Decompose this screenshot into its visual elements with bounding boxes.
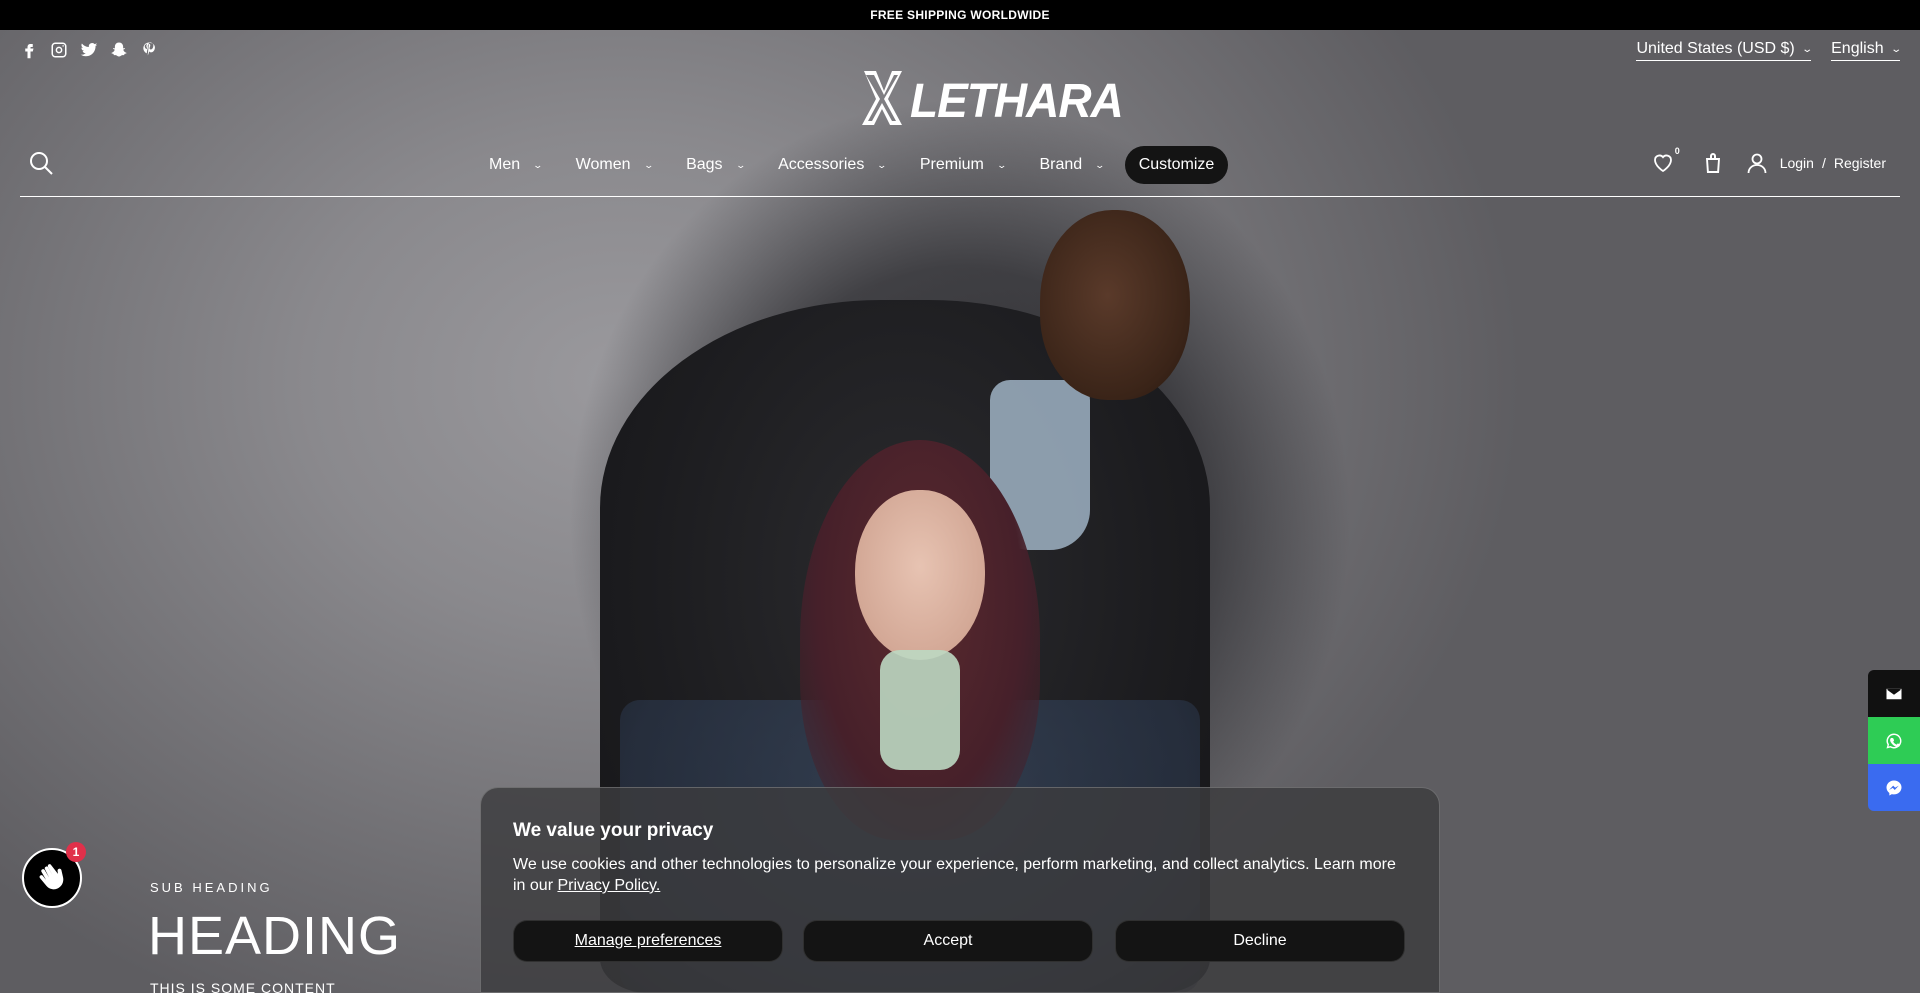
- hero-model-woman-face: [855, 490, 985, 660]
- customize-button[interactable]: Customize: [1124, 146, 1229, 184]
- nav-item-men[interactable]: Men ⌄: [472, 146, 559, 184]
- shopping-bag-icon: [1705, 153, 1720, 173]
- cookie-description: We use cookies and other technologies to…: [513, 854, 1407, 896]
- email-button[interactable]: [1868, 670, 1920, 717]
- nav-item-label: Premium: [919, 156, 984, 173]
- chevron-down-icon: ⌄: [996, 159, 1007, 170]
- user-icon[interactable]: [1744, 150, 1770, 176]
- language-label: English: [1831, 40, 1884, 57]
- privacy-policy-link[interactable]: Privacy Policy.: [557, 877, 660, 894]
- logo-mark-icon: [860, 69, 906, 132]
- nav-item-label: Brand: [1039, 156, 1083, 173]
- chevron-down-icon: ⌄: [1094, 159, 1106, 170]
- accept-button[interactable]: Accept: [803, 920, 1093, 962]
- nav-item-label: Accessories: [778, 156, 865, 173]
- currency-select[interactable]: United States (USD $) ⌄: [1636, 40, 1813, 61]
- chat-badge: 1: [66, 842, 86, 862]
- decline-button[interactable]: Decline: [1115, 920, 1405, 962]
- snapchat-icon[interactable]: [110, 41, 128, 59]
- cookie-actions: Manage preferences Accept Decline: [513, 920, 1405, 962]
- whatsapp-icon: [1886, 733, 1902, 748]
- instagram-icon[interactable]: [50, 41, 68, 59]
- heart-icon: [1653, 154, 1672, 173]
- chevron-down-icon: ⌄: [1801, 43, 1813, 55]
- brand-name: LETHARA: [910, 72, 1124, 128]
- search-icon[interactable]: [28, 150, 54, 176]
- cookie-title: We value your privacy: [513, 820, 714, 841]
- whatsapp-button[interactable]: [1868, 717, 1920, 764]
- waving-hand-icon: [39, 864, 64, 890]
- messenger-icon: [1886, 780, 1902, 795]
- language-select[interactable]: English ⌄: [1831, 40, 1902, 61]
- login-link[interactable]: Login: [1780, 155, 1814, 171]
- hero-sub-heading: SUB HEADING: [150, 880, 273, 895]
- auth-links: Login / Register: [1780, 155, 1886, 171]
- currency-label: United States (USD $): [1636, 40, 1795, 57]
- social-links: [20, 41, 158, 59]
- auth-separator: /: [1821, 155, 1826, 171]
- brand-logo[interactable]: LETHARA: [860, 69, 1124, 132]
- wishlist-count: 0: [1674, 146, 1680, 156]
- cart-button[interactable]: [1700, 150, 1726, 176]
- nav-item-accessories[interactable]: Accessories ⌄: [761, 146, 903, 184]
- nav-item-brand[interactable]: Brand ⌄: [1022, 146, 1120, 184]
- nav-item-premium[interactable]: Premium ⌄: [903, 146, 1023, 184]
- pinterest-icon[interactable]: [140, 41, 158, 59]
- facebook-icon[interactable]: [20, 41, 38, 59]
- envelope-icon: [1886, 688, 1902, 699]
- locale-selectors: United States (USD $) ⌄ English ⌄: [1636, 40, 1902, 61]
- chevron-down-icon: ⌄: [532, 159, 544, 170]
- chevron-down-icon: ⌄: [1889, 43, 1902, 55]
- messenger-button[interactable]: [1868, 764, 1920, 811]
- twitter-icon[interactable]: [80, 41, 98, 59]
- nav-item-women[interactable]: Women ⌄: [559, 146, 669, 184]
- announcement-text: FREE SHIPPING WORLDWIDE: [870, 8, 1050, 22]
- hero-model-man-head: [1040, 210, 1190, 400]
- chevron-down-icon: ⌄: [876, 159, 888, 170]
- announcement-bar: FREE SHIPPING WORLDWIDE: [0, 0, 1920, 30]
- header-divider: [20, 196, 1900, 197]
- wishlist-button[interactable]: 0: [1650, 146, 1680, 176]
- nav-item-label: Women: [575, 156, 631, 173]
- register-link[interactable]: Register: [1834, 155, 1886, 171]
- contact-tabs: [1868, 670, 1920, 811]
- nav-item-label: Men: [489, 156, 521, 173]
- chevron-down-icon: ⌄: [643, 159, 654, 170]
- hero-content: THIS IS SOME CONTENT: [150, 980, 336, 993]
- hero-model-woman-top: [880, 650, 960, 770]
- hero-heading: HEADING: [148, 906, 402, 966]
- manage-preferences-button[interactable]: Manage preferences: [513, 920, 783, 962]
- header-actions: 0 Login / Register: [1650, 146, 1886, 176]
- nav-item-bags[interactable]: Bags ⌄: [669, 146, 761, 184]
- cookie-consent-banner: We value your privacy We use cookies and…: [480, 787, 1440, 993]
- nav-item-label: Bags: [686, 156, 723, 173]
- chevron-down-icon: ⌄: [735, 159, 746, 170]
- main-navigation: Men ⌄ Women ⌄ Bags ⌄ Accessories ⌄ Premi…: [472, 146, 1229, 184]
